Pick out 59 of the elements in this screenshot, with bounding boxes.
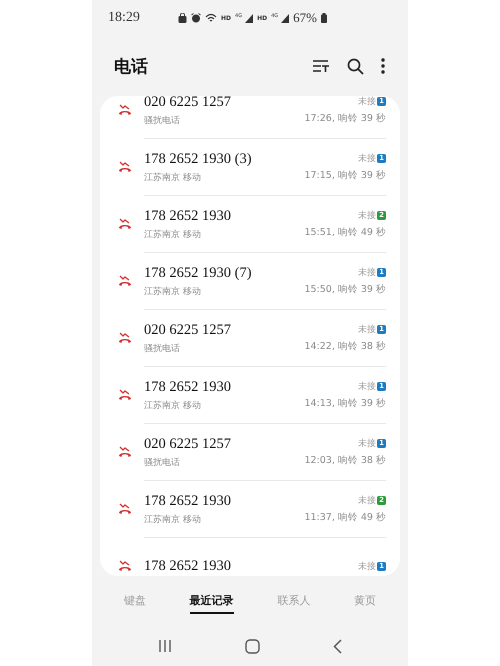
call-time: 11:37, 响铃 49 秒 <box>304 511 386 524</box>
phone-number[interactable]: 178 2652 1930 <box>144 208 304 224</box>
caller-info: 江苏南京 移动 <box>144 172 202 184</box>
nav-tab[interactable]: 最近记录 <box>190 588 234 614</box>
phone-number[interactable]: 178 2652 1930 (3) <box>144 150 304 168</box>
missed-label: 未接 <box>358 560 376 572</box>
call-time: 14:13, 响铃 39 秒 <box>304 397 386 410</box>
phone-number[interactable]: 178 2652 1930 (7) <box>144 264 304 282</box>
missed-call-icon <box>118 161 132 173</box>
filter-icon[interactable] <box>312 57 330 75</box>
caller-info: 骚扰电话 <box>144 114 181 126</box>
caller-info: 江苏南京 移动 <box>144 514 202 526</box>
battery-percent: 67% <box>293 10 317 26</box>
home-icon[interactable] <box>244 638 260 654</box>
call-time: 15:50, 响铃 39 秒 <box>304 283 386 296</box>
phone-number[interactable]: 178 2652 1930 <box>144 492 304 510</box>
call-time: 17:26, 响铃 39 秒 <box>304 112 386 125</box>
missed-call-icon <box>118 104 132 116</box>
alarm-icon <box>191 13 201 23</box>
wifi-icon <box>205 13 217 23</box>
caller-info: 江苏南京 移动 <box>144 400 202 412</box>
missed-label: 未接 <box>358 210 376 222</box>
battery-icon <box>321 13 327 23</box>
phone-number[interactable]: 020 6225 1257 <box>144 96 304 110</box>
missed-call-icon <box>118 560 132 572</box>
caller-info: 江苏南京 移动 <box>144 286 202 298</box>
call-time: 12:03, 响铃 38 秒 <box>304 454 386 467</box>
missed-label: 未接 <box>358 152 376 165</box>
phone-number[interactable]: 020 6225 1257 <box>144 436 304 452</box>
caller-info: 江苏南京 移动 <box>144 228 202 240</box>
call-time: 15:51, 响铃 49 秒 <box>304 226 386 239</box>
missed-call-icon <box>118 503 132 515</box>
phone-number[interactable]: 020 6225 1257 <box>144 322 304 338</box>
missed-call-icon <box>118 332 132 344</box>
call-time: 17:15, 响铃 39 秒 <box>304 169 386 182</box>
missed-label: 未接 <box>358 494 376 507</box>
missed-call-icon <box>118 389 132 401</box>
caller-info: 骚扰电话 <box>144 456 181 468</box>
missed-call-icon <box>118 218 132 230</box>
missed-label: 未接 <box>358 438 376 450</box>
signal-icon <box>245 14 254 22</box>
app-title: 电话 <box>114 56 149 78</box>
recent-apps-icon[interactable] <box>158 639 172 653</box>
lock-icon <box>178 13 187 23</box>
missed-call-icon <box>118 446 132 458</box>
phone-number[interactable]: 178 2652 1930 <box>144 558 358 574</box>
search-icon[interactable] <box>346 57 364 75</box>
more-options-icon[interactable] <box>380 57 386 75</box>
missed-label: 未接 <box>358 380 376 393</box>
missed-label: 未接 <box>358 324 376 336</box>
back-icon[interactable] <box>332 638 342 654</box>
call-time: 14:22, 响铃 38 秒 <box>304 340 386 353</box>
signal-icon <box>281 14 290 22</box>
missed-label: 未接 <box>358 266 376 279</box>
phone-number[interactable]: 178 2652 1930 <box>144 378 304 396</box>
status-time: 18:29 <box>108 10 141 26</box>
missed-call-icon <box>118 275 132 287</box>
missed-label: 未接 <box>358 96 376 108</box>
caller-info: 骚扰电话 <box>144 342 181 354</box>
